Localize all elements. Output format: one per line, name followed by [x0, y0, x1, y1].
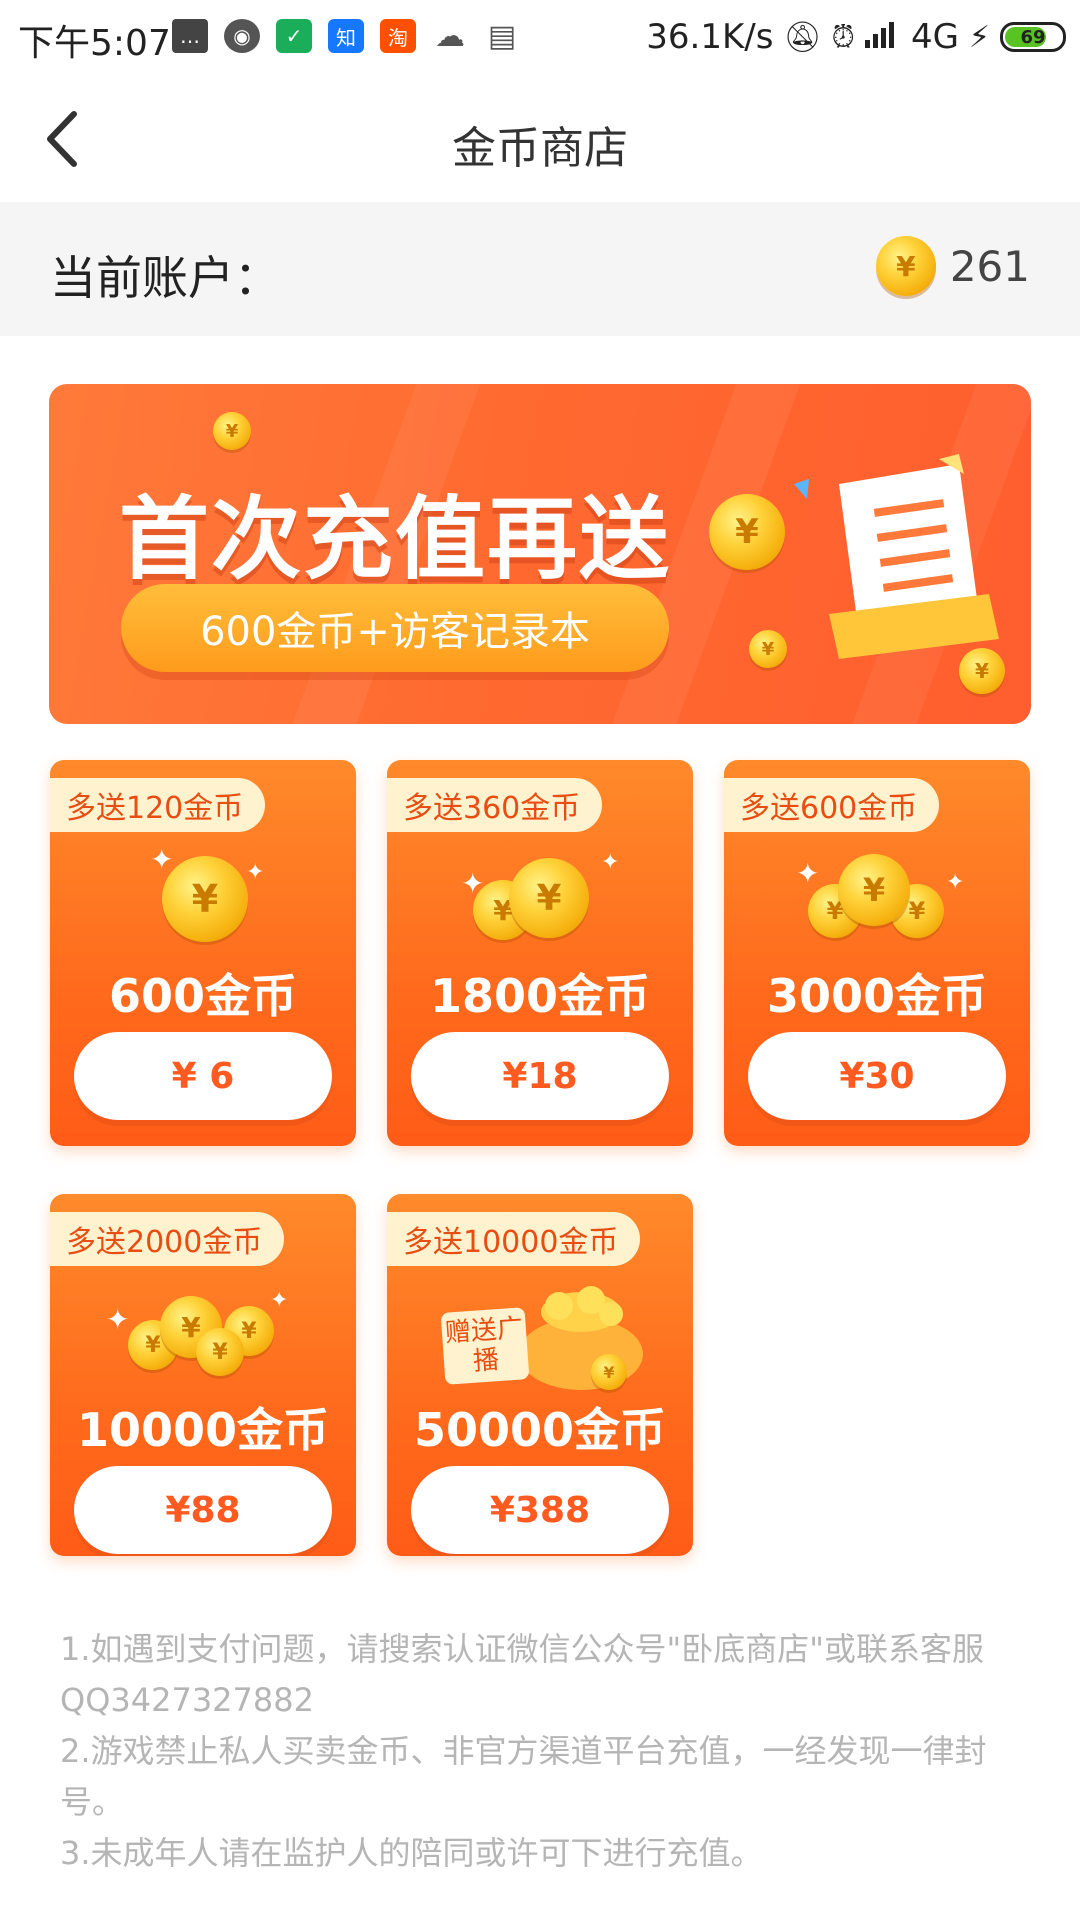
recharge-notes: 1.如遇到支付问题，请搜索认证微信公众号"卧底商店"或联系客服QQ3427327…	[60, 1624, 1020, 1879]
first-recharge-banner[interactable]: ¥ 首次充值再送 600金币+访客记录本 ¥ ¥ ¥	[49, 384, 1031, 724]
coin-amount: 600金币	[108, 969, 298, 1023]
network-type: 4G	[910, 17, 959, 57]
zhihu-icon: 知	[328, 19, 364, 53]
coin-icon: ¥	[509, 858, 589, 938]
coin-icon: ¥	[709, 494, 785, 570]
net-speed: 36.1K/s	[646, 17, 774, 57]
coin-icon: ¥	[591, 1354, 627, 1390]
sparkle-icon: ✦	[106, 1303, 130, 1336]
coin-amount: 50000金币	[413, 1403, 667, 1457]
notification-icons: … ◉ ✓ 知 淘 ☁ ▤	[172, 16, 520, 56]
product-card-10000[interactable]: 多送2000金币 ✦ ✦ ¥ ¥ ¥ ¥ 10000金币 ¥88	[50, 1194, 356, 1556]
product-card-600[interactable]: 多送120金币 ✦ ✦ ¥ 600金币 ¥ 6	[50, 760, 356, 1146]
note-item: 3.未成年人请在监护人的陪同或许可下进行充值。	[60, 1834, 763, 1872]
product-card-1800[interactable]: 多送360金币 ✦ ✦ ¥ ¥ 1800金币 ¥18	[387, 760, 693, 1146]
note-item: 2.游戏禁止私人买卖金币、非官方渠道平台充值，一经发现一律封号。	[60, 1732, 987, 1821]
shield-app-icon: ✓	[276, 19, 312, 53]
coin-icon: ¥	[875, 236, 936, 296]
account-balance: ¥ 261	[875, 236, 1030, 296]
charging-icon: ⚡	[968, 19, 990, 55]
signal-icon	[864, 17, 901, 57]
bonus-tag: 多送360金币	[387, 778, 603, 832]
coin-amount: 3000金币	[766, 969, 988, 1023]
balance-value: 261	[949, 241, 1030, 291]
wechat-icon: ◉	[224, 19, 260, 53]
coin-icon: ¥	[213, 412, 251, 450]
price-button[interactable]: ¥30	[748, 1032, 1006, 1120]
bonus-tag: 多送10000金币	[387, 1212, 641, 1266]
bonus-tag: 多送120金币	[50, 778, 266, 832]
status-time: 下午5:07	[18, 23, 171, 64]
message-icon: …	[172, 19, 208, 53]
product-card-3000[interactable]: 多送600金币 ✦ ✦ ¥ ¥ ¥ 3000金币 ¥30	[724, 760, 1030, 1146]
mute-icon: 🔕︎	[783, 19, 822, 55]
sparkle-icon: ✦	[270, 1288, 289, 1313]
scroll-icon	[794, 454, 999, 659]
price-button[interactable]: ¥388	[411, 1466, 669, 1554]
taobao-icon: 淘	[380, 19, 416, 53]
status-right: 36.1K/s 🔕︎ ⏰︎ 4G ⚡ 69	[646, 12, 1066, 62]
coin-amount: 10000金币	[76, 1403, 330, 1457]
product-card-50000[interactable]: 多送10000金币 ¥ 赠送广播 50000金币 ¥388	[387, 1194, 693, 1556]
banner-title: 首次充值再送	[119, 487, 671, 592]
account-bar: 当前账户： ¥ 261	[0, 202, 1080, 336]
status-bar: 下午5:07 … ◉ ✓ 知 淘 ☁ ▤ 36.1K/s 🔕︎ ⏰︎ 4G ⚡ …	[0, 0, 1080, 74]
coin-icon: ¥	[196, 1328, 244, 1376]
coin-icon: ¥	[749, 630, 787, 668]
battery-level: 69	[1020, 26, 1046, 48]
sparkle-icon: ✦	[796, 857, 820, 890]
coin-bag-icon	[519, 1286, 643, 1390]
bonus-tag: 多送2000金币	[50, 1212, 285, 1266]
coin-icon: ¥	[162, 856, 248, 942]
cloud-icon: ☁	[435, 18, 465, 54]
account-label: 当前账户：	[50, 251, 280, 305]
coin-icon: ¥	[838, 854, 910, 926]
battery-icon: 69	[1000, 22, 1066, 52]
alarm-icon: ⏰︎	[831, 19, 855, 55]
file-icon: ▤	[487, 18, 517, 54]
nav-bar: 金币商店	[0, 74, 1080, 202]
sparkle-icon: ✦	[150, 843, 174, 876]
sparkle-icon: ✦	[601, 850, 620, 875]
sparkle-icon: ✦	[246, 860, 265, 885]
price-button[interactable]: ¥18	[411, 1032, 669, 1120]
coin-amount: 1800金币	[429, 969, 651, 1023]
price-button[interactable]: ¥ 6	[74, 1032, 332, 1120]
note-item: 1.如遇到支付问题，请搜索认证微信公众号"卧底商店"或联系客服QQ3427327…	[60, 1630, 984, 1719]
sparkle-icon: ✦	[946, 870, 965, 895]
price-button[interactable]: ¥88	[74, 1466, 332, 1554]
gift-broadcast-tag: 赠送广播	[440, 1307, 530, 1385]
bonus-tag: 多送600金币	[724, 778, 940, 832]
page-title: 金币商店	[452, 123, 628, 174]
banner-subtitle: 600金币+访客记录本	[121, 584, 669, 672]
